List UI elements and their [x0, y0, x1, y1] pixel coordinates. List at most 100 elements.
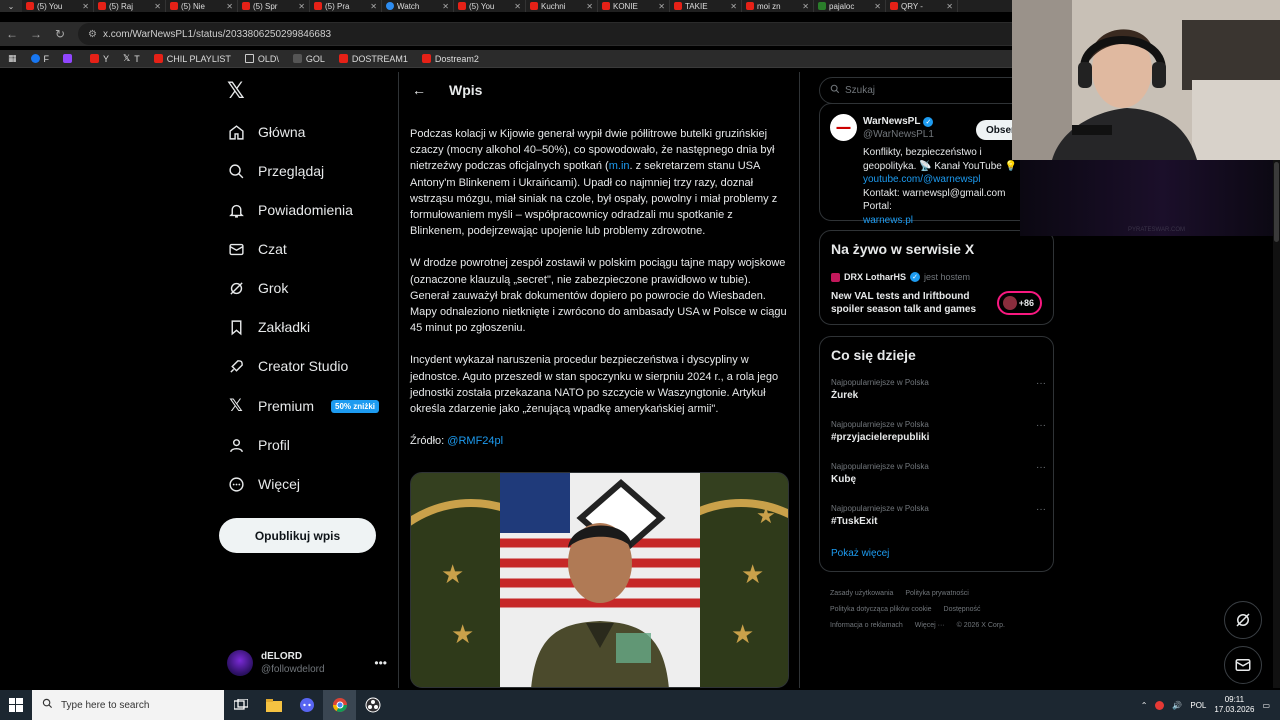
footer-link[interactable]: Więcej ··· — [915, 622, 945, 629]
profile-name[interactable]: WarNewsPL ✓ — [863, 116, 934, 127]
browser-tab[interactable]: KONIE ✕ — [598, 0, 670, 12]
page-scrollbar[interactable] — [1273, 160, 1280, 688]
chrome-icon[interactable] — [323, 690, 356, 720]
inline-link[interactable]: m.in — [609, 160, 630, 172]
close-icon[interactable]: ✕ — [946, 2, 953, 11]
browser-tab[interactable]: moi zn ✕ — [742, 0, 814, 12]
file-explorer-icon[interactable] — [257, 690, 290, 720]
more-dots-icon[interactable]: ··· — [1036, 462, 1046, 473]
footer-link[interactable]: Polityka dotycząca plików cookie — [830, 606, 932, 613]
browser-tab[interactable]: Kuchni ✕ — [526, 0, 598, 12]
browser-tab[interactable]: QRY - ✕ — [886, 0, 958, 12]
task-view-icon[interactable] — [224, 690, 257, 720]
more-dots-icon[interactable]: ··· — [1036, 420, 1046, 431]
footer-link[interactable]: Informacja o reklamach — [830, 622, 903, 629]
close-icon[interactable]: ✕ — [874, 2, 881, 11]
close-icon[interactable]: ✕ — [586, 2, 593, 11]
x-logo-icon[interactable]: 𝕏 — [227, 80, 247, 102]
close-icon[interactable]: ✕ — [802, 2, 809, 11]
messages-fab-button[interactable] — [1224, 646, 1262, 684]
apps-icon[interactable]: ▦ — [8, 53, 17, 64]
language-indicator[interactable]: POL — [1190, 701, 1206, 710]
obs-icon[interactable] — [356, 690, 389, 720]
youtube-icon — [421, 54, 431, 63]
close-icon[interactable]: ✕ — [514, 2, 521, 11]
trend-item[interactable]: Najpopularniejsze w Polska Kubę ··· — [831, 462, 1046, 485]
taskbar-search-input[interactable]: Type here to search — [32, 690, 224, 720]
bookmark-dostream2[interactable]: Dostream2 — [421, 54, 479, 64]
bookmark-twitch[interactable] — [63, 54, 76, 63]
sidebar-item-home[interactable]: Główna — [227, 120, 305, 144]
browser-tab[interactable]: (5) Raj ✕ — [94, 0, 166, 12]
live-listener-count[interactable]: +86 — [997, 291, 1042, 315]
close-icon[interactable]: ✕ — [82, 2, 89, 11]
browser-tab[interactable]: Watch ✕ — [382, 0, 454, 12]
bookmark-gol[interactable]: GOL — [292, 54, 325, 64]
sidebar-item-more[interactable]: Więcej — [227, 472, 300, 496]
browser-tab[interactable]: TAKIE ✕ — [670, 0, 742, 12]
clock[interactable]: 09:11 17.03.2026 — [1214, 695, 1254, 715]
close-icon[interactable]: ✕ — [658, 2, 665, 11]
sidebar-item-bookmarks[interactable]: Zakładki — [227, 315, 310, 339]
bookmark-facebook[interactable]: F — [30, 54, 49, 64]
more-dots-icon[interactable]: ··· — [1036, 378, 1046, 389]
browser-tab[interactable]: (5) You ✕ — [22, 0, 94, 12]
search-input[interactable]: Szukaj — [819, 77, 1029, 104]
live-stream-title[interactable]: New VAL tests and Iriftbound spoiler sea… — [831, 290, 991, 316]
windows-start-icon[interactable] — [0, 690, 32, 720]
close-icon[interactable]: ✕ — [370, 2, 377, 11]
discord-icon[interactable] — [290, 690, 323, 720]
bookmark-chil-playlist[interactable]: CHIL PLAYLIST — [153, 54, 231, 64]
more-dots-icon[interactable]: ••• — [374, 656, 387, 670]
close-icon[interactable]: ✕ — [226, 2, 233, 11]
bookmark-folder[interactable]: OLD\ — [244, 54, 279, 64]
site-info-icon[interactable]: ⚙ — [88, 29, 97, 40]
show-more-link[interactable]: Pokaż więcej — [831, 548, 889, 559]
bio-link[interactable]: youtube.com/@warnewspl — [863, 173, 1031, 187]
notification-icon[interactable]: ▭ — [1262, 701, 1270, 710]
grok-fab-button[interactable] — [1224, 601, 1262, 639]
close-icon[interactable]: ✕ — [154, 2, 161, 11]
footer-link[interactable]: Zasady użytkowania — [830, 590, 893, 597]
recording-indicator-icon[interactable] — [1155, 700, 1165, 710]
bookmark-youtube[interactable]: Y — [90, 54, 109, 64]
sidebar-item-grok[interactable]: Grok — [227, 276, 288, 300]
sidebar-item-chat[interactable]: Czat — [227, 237, 287, 261]
trend-item[interactable]: Najpopularniejsze w Polska Żurek ··· — [831, 378, 1046, 401]
sidebar-item-premium[interactable]: 𝕏 Premium 50% zniżki — [227, 394, 380, 418]
trend-item[interactable]: Najpopularniejsze w Polska #przyjacieler… — [831, 420, 1046, 443]
footer-link[interactable]: Dostępność — [944, 606, 981, 613]
close-icon[interactable]: ✕ — [298, 2, 305, 11]
footer-link[interactable]: Polityka prywatności — [905, 590, 968, 597]
post-image[interactable]: ★ ★ ★ ★ ★ — [410, 472, 789, 688]
speaker-icon[interactable]: 🔊 — [1172, 701, 1182, 710]
bookmark-dostream1[interactable]: DOSTREAM1 — [338, 54, 408, 64]
back-arrow-icon[interactable]: ← — [401, 82, 437, 98]
tab-search-button[interactable]: ⌄ — [0, 0, 22, 12]
browser-tab[interactable]: (5) Spr ✕ — [238, 0, 310, 12]
bio-link[interactable]: warnews.pl — [863, 214, 1031, 228]
bookmark-x[interactable]: 𝕏T — [123, 54, 140, 64]
reload-icon[interactable]: ↻ — [48, 22, 72, 46]
account-switcher[interactable]: dELORD @followdelord ••• — [227, 647, 387, 679]
chevron-up-icon[interactable]: ⌃ — [1141, 701, 1148, 710]
sidebar-item-notifications[interactable]: Powiadomienia — [227, 198, 353, 222]
forward-icon[interactable]: → — [24, 22, 48, 46]
live-host[interactable]: DRX LotharHS ✓ jest hostem — [831, 272, 970, 282]
sidebar-item-creator-studio[interactable]: Creator Studio — [227, 354, 348, 378]
close-icon[interactable]: ✕ — [442, 2, 449, 11]
browser-tab[interactable]: (5) You ✕ — [454, 0, 526, 12]
avatar[interactable]: ▬▬ — [830, 114, 857, 141]
more-dots-icon[interactable]: ··· — [1036, 504, 1046, 515]
sidebar-item-explore[interactable]: Przeglądaj — [227, 159, 324, 183]
back-icon[interactable]: ← — [0, 22, 24, 46]
close-icon[interactable]: ✕ — [730, 2, 737, 11]
source-mention-link[interactable]: @RMF24pl — [447, 435, 503, 447]
post-button[interactable]: Opublikuj wpis — [219, 518, 376, 553]
browser-tab[interactable]: pajaloc ✕ — [814, 0, 886, 12]
trend-item[interactable]: Najpopularniejsze w Polska #TuskExit ··· — [831, 504, 1046, 527]
browser-tab[interactable]: (5) Pra ✕ — [310, 0, 382, 12]
sidebar-item-profile[interactable]: Profil — [227, 433, 290, 457]
scrollbar-thumb[interactable] — [1274, 162, 1279, 242]
browser-tab[interactable]: (5) Nie ✕ — [166, 0, 238, 12]
